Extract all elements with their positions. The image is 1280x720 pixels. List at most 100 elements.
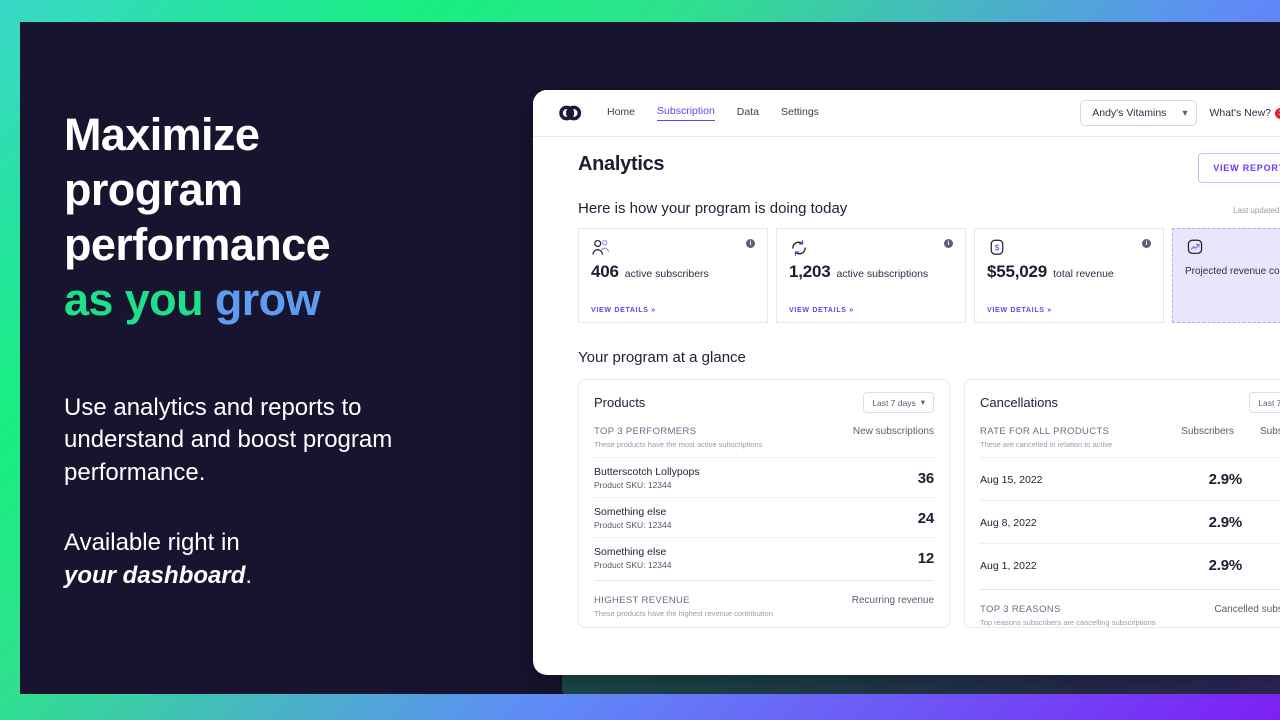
cancellation-column-headers: Subscribers Subscriptions — [1181, 426, 1280, 437]
highest-revenue-header: HIGHEST REVENUE These products have the … — [594, 595, 934, 618]
projected-revenue-text: Projected revenue coming soon! — [1185, 266, 1280, 277]
top-performers-header: TOP 3 PERFORMERS These products have the… — [594, 426, 934, 449]
nav-item-subscription[interactable]: Subscription — [657, 105, 715, 121]
headline-line-3: performance — [64, 218, 331, 270]
top-performers-column-header: New subscriptions — [852, 426, 934, 437]
info-icon[interactable]: i — [746, 239, 755, 248]
dashboard-window: Home Subscription Data Settings Andy's V… — [533, 90, 1280, 675]
product-value: 24 — [917, 509, 935, 527]
table-row[interactable]: Aug 8, 2022 2.9% 4.9% — [980, 500, 1280, 543]
product-name: Butterscotch Lollypops — [594, 466, 700, 478]
paragraph-2: Available right in your dashboard. — [64, 527, 484, 592]
nav-item-home[interactable]: Home — [607, 106, 635, 121]
cancellation-rate-header: RATE FOR ALL PRODUCTS These are cancelle… — [980, 426, 1280, 449]
product-value: 36 — [917, 469, 935, 487]
panel-row: Products Last 7 days ▾ TOP 3 PERFORMERS … — [578, 379, 1280, 628]
info-icon[interactable]: i — [944, 239, 953, 248]
stat-label: total revenue — [1053, 268, 1114, 280]
chevron-down-icon: ▾ — [920, 397, 925, 407]
headline: Maximize program performance as you grow — [64, 108, 484, 328]
top-performers-description: These products have the most active subs… — [594, 440, 763, 449]
cancellations-range-selector[interactable]: Last 7 days ▾ — [1249, 392, 1280, 413]
cancellation-values: 2.9% 4.9% — [1190, 514, 1280, 531]
stat-value-row: $55,029 total revenue — [975, 257, 1163, 282]
top-reasons-kicker: TOP 3 REASONS — [980, 604, 1061, 615]
view-report-button[interactable]: VIEW REPORT — [1198, 153, 1280, 183]
stat-card-top: $ i — [975, 229, 1163, 257]
nav-item-data[interactable]: Data — [737, 106, 759, 121]
cancellation-subscriptions-rate: 4.9% — [1268, 471, 1280, 488]
svg-text:$: $ — [995, 243, 1000, 252]
stat-value-row: 1,203 active subscriptions — [777, 257, 965, 282]
cancellation-subscribers-rate: 2.9% — [1208, 557, 1243, 574]
products-range-selector[interactable]: Last 7 days ▾ — [863, 392, 934, 413]
product-value: 12 — [917, 549, 935, 567]
marketing-copy: Maximize program performance as you grow… — [64, 108, 484, 593]
table-row[interactable]: Butterscotch Lollypops Product SKU: 1234… — [594, 457, 934, 497]
section-divider — [594, 580, 934, 581]
whats-new-button[interactable]: What's New? 1 — [1209, 107, 1280, 119]
section-divider — [980, 589, 1280, 590]
stat-card-revenue[interactable]: $ i $55,029 total revenue VIEW DETAILS » — [974, 228, 1164, 323]
view-details-link[interactable]: VIEW DETAILS » — [987, 307, 1052, 314]
interlocking-rings-logo[interactable] — [555, 102, 585, 124]
table-row[interactable]: Aug 15, 2022 2.9% 4.9% — [980, 457, 1280, 500]
store-selector-value: Andy's Vitamins — [1092, 107, 1167, 119]
top-reasons-column-header: Cancelled subscriptions — [1214, 604, 1280, 615]
product-sku: Product SKU: 12344 — [594, 560, 672, 570]
page-header: Analytics VIEW REPORT — [578, 153, 1280, 183]
view-details-link[interactable]: VIEW DETAILS » — [789, 307, 854, 314]
stat-value: 406 — [591, 262, 619, 281]
cancellation-values: 2.9% 4.9% — [1190, 471, 1280, 488]
table-row[interactable]: Something else Product SKU: 12344 24 — [594, 497, 934, 537]
stat-value-row: 406 active subscribers — [579, 257, 767, 282]
section-subtitle-row: Here is how your program is doing today … — [578, 200, 1280, 217]
chevron-down-icon: ▾ — [1182, 107, 1188, 119]
product-name: Something else — [594, 546, 667, 558]
cancellation-subscriptions-rate: 4.9% — [1268, 514, 1280, 531]
last-updated-text: Last updated a — [1233, 206, 1280, 215]
glance-title: Your program at a glance — [578, 349, 746, 366]
cancellation-date: Aug 8, 2022 — [980, 516, 1037, 529]
page-title: Analytics — [578, 153, 665, 175]
headline-line-1: Maximize — [64, 109, 260, 160]
dark-backdrop: Maximize program performance as you grow… — [20, 22, 1280, 694]
highest-revenue-column-header: Recurring revenue — [851, 595, 934, 606]
view-details-link[interactable]: VIEW DETAILS » — [591, 307, 656, 314]
stat-card-subscribers[interactable]: i 406 active subscribers VIEW DETAILS » — [578, 228, 768, 323]
cancellation-subscribers-rate: 2.9% — [1208, 514, 1243, 531]
info-icon[interactable]: i — [1142, 239, 1151, 248]
cancellation-subscribers-rate: 2.9% — [1208, 471, 1243, 488]
paragraph-2-plain: Available right in — [64, 529, 240, 557]
paragraph-2-end: . — [245, 562, 253, 590]
column-header-subscribers: Subscribers — [1181, 426, 1234, 437]
nav-right-group: Andy's Vitamins ▾ What's New? 1 — [1080, 100, 1280, 126]
section-subtitle: Here is how your program is doing today — [578, 200, 848, 217]
stat-value: $55,029 — [987, 262, 1048, 281]
cancellations-panel-header: Cancellations Last 7 days ▾ — [980, 392, 1280, 413]
headline-accent-b: grow — [214, 273, 321, 325]
cancellation-date: Aug 15, 2022 — [980, 473, 1043, 486]
whats-new-label: What's New? — [1209, 107, 1271, 119]
stat-card-top: i — [579, 229, 767, 257]
nav-item-settings[interactable]: Settings — [781, 106, 819, 121]
cancellation-date: Aug 1, 2022 — [980, 559, 1037, 572]
table-row[interactable]: Something else Product SKU: 12344 12 — [594, 537, 934, 577]
stat-card-row: i 406 active subscribers VIEW DETAILS » — [578, 228, 1280, 323]
stat-card-subscriptions[interactable]: i 1,203 active subscriptions VIEW DETAIL… — [776, 228, 966, 323]
products-range-value: Last 7 days — [872, 397, 916, 408]
table-row[interactable]: Aug 1, 2022 2.9% 4.9% — [980, 543, 1280, 586]
cancellations-range-value: Last 7 days — [1258, 397, 1280, 408]
nav-links: Home Subscription Data Settings — [607, 105, 819, 121]
stat-card-top: i — [777, 229, 965, 257]
paragraph-2-emphasis: your dashboard — [64, 562, 246, 590]
cancellation-values: 2.9% 4.9% — [1190, 557, 1280, 574]
stat-label: active subscriptions — [836, 268, 929, 280]
store-selector[interactable]: Andy's Vitamins ▾ — [1080, 100, 1198, 126]
top-reasons-header: TOP 3 REASONS Top reasons subscribers ar… — [980, 604, 1280, 627]
stat-card-top — [1173, 229, 1280, 257]
cancellation-rate-kicker: RATE FOR ALL PRODUCTS — [980, 426, 1110, 437]
top-reasons-description: Top reasons subscribers are cancelling s… — [980, 618, 1156, 627]
cancellations-panel-title: Cancellations — [980, 395, 1059, 410]
headline-accent-a: as you — [64, 273, 204, 325]
